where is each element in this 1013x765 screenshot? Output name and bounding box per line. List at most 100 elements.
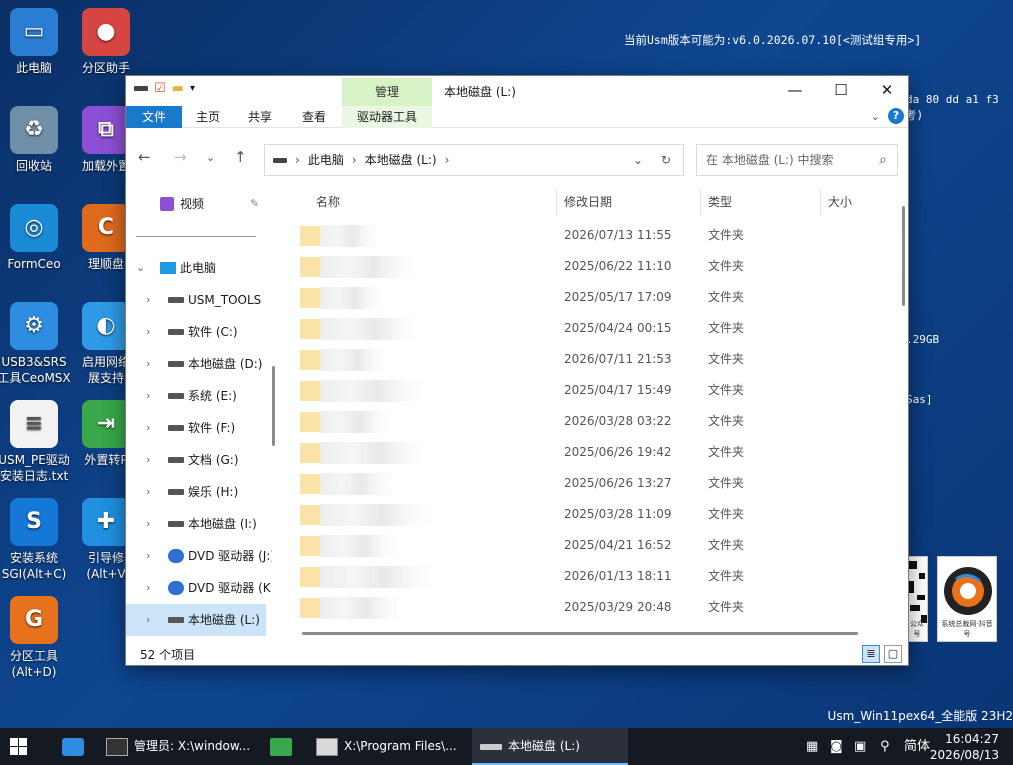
chevron-right-icon[interactable]: › [146, 572, 150, 604]
chevron-right-icon[interactable]: › [146, 476, 150, 508]
title-bar[interactable]: ☑ ▬ ▾ 管理 本地磁盘 (L:) — ☐ ✕ [126, 76, 908, 106]
taskbar-clock[interactable]: 16:04:27 2026/08/13 [930, 731, 999, 763]
tray-color-icon[interactable]: ▦ [806, 728, 818, 765]
nav-item-drive[interactable]: › 软件 (F:) [126, 412, 266, 444]
column-separator[interactable] [700, 188, 701, 216]
desktop-icon[interactable]: ● 分区助手 [66, 8, 146, 76]
context-tab-manage[interactable]: 管理 [342, 78, 432, 106]
column-separator[interactable] [820, 188, 821, 216]
tab-share[interactable]: 共享 [240, 106, 280, 128]
breadcrumb-this-pc[interactable]: 此电脑 [308, 145, 344, 175]
column-header-date[interactable]: 修改日期 [564, 184, 612, 220]
navigation-pane[interactable]: 视频 ✎ ⌄ 此电脑 › USM_TOOLS › 软件 (C:) › 本地磁盘 (D:) ›… [126, 188, 272, 640]
forward-arrow-icon[interactable]: → [174, 148, 187, 166]
minimize-button[interactable]: — [772, 76, 818, 106]
table-row[interactable]: 2025/05/17 17:09 文件夹 [284, 282, 894, 313]
taskbar-pinned-tool[interactable] [62, 728, 90, 765]
close-button[interactable]: ✕ [864, 76, 910, 106]
nav-scroll-thumb[interactable] [272, 366, 275, 446]
desktop-icon[interactable]: G 分区工具 (Alt+D) [0, 596, 74, 680]
chevron-right-icon[interactable]: › [146, 380, 150, 412]
tab-home[interactable]: 主页 [188, 106, 228, 128]
explorer-window[interactable]: ☑ ▬ ▾ 管理 本地磁盘 (L:) — ☐ ✕ 文件 主页 共享 查看 驱动器… [125, 75, 909, 666]
table-row[interactable]: 2025/04/21 16:52 文件夹 [284, 530, 894, 561]
large-icons-view-button[interactable]: ▢ [884, 645, 902, 663]
chevron-right-icon[interactable]: › [146, 444, 150, 476]
chevron-right-icon[interactable]: › [146, 284, 150, 316]
list-horizontal-scroll-thumb[interactable] [302, 632, 858, 635]
table-row[interactable]: 2025/06/26 19:42 文件夹 [284, 437, 894, 468]
nav-item-drive[interactable]: › 本地磁盘 (I:) [126, 508, 266, 540]
properties-icon[interactable]: ☑ [154, 81, 166, 96]
new-folder-icon[interactable]: ▬ [172, 81, 184, 96]
nav-item-drive[interactable]: › 娱乐 (H:) [126, 476, 266, 508]
nav-item-drive[interactable]: › 软件 (C:) [126, 316, 266, 348]
chevron-right-icon[interactable]: › [146, 348, 150, 380]
recent-locations-icon[interactable]: ⌄ [206, 151, 215, 164]
desktop-icon[interactable]: S 安装系统 SGI(Alt+C) [0, 498, 74, 582]
table-row[interactable]: 2025/03/28 11:09 文件夹 [284, 499, 894, 530]
taskbar-item-cmd[interactable]: 管理员: X:\window... [106, 728, 256, 765]
chevron-right-icon[interactable]: › [146, 604, 150, 636]
chevron-right-icon[interactable]: › [445, 145, 450, 175]
desktop-icon[interactable]: ▭ 此电脑 [0, 8, 74, 76]
tray-usb-icon[interactable]: ⚲ [880, 728, 890, 765]
taskbar-item-program-files[interactable]: X:\Program Files\... [316, 728, 466, 765]
chevron-right-icon[interactable]: › [295, 145, 300, 175]
refresh-icon[interactable]: ↻ [661, 145, 671, 175]
table-row[interactable]: 2025/06/22 11:10 文件夹 [284, 251, 894, 282]
nav-item-drive[interactable]: › USM_TOOLS [126, 284, 266, 316]
desktop-icon[interactable]: ≡ USM_PE驱动 安装日志.txt [0, 400, 74, 484]
table-row[interactable]: 2025/06/26 13:27 文件夹 [284, 468, 894, 499]
nav-item-drive[interactable]: › 文档 (G:) [126, 444, 266, 476]
search-input[interactable]: 在 本地磁盘 (L:) 中搜索 ⌕ [696, 144, 898, 176]
search-icon[interactable]: ⌕ [879, 145, 887, 175]
table-row[interactable]: 2025/03/29 20:48 文件夹 [284, 592, 894, 623]
expand-ribbon-icon[interactable]: ⌄ [871, 110, 880, 123]
table-row[interactable]: 2025/04/17 15:49 文件夹 [284, 375, 894, 406]
nav-item-drive[interactable]: › DVD 驱动器 (K:) [126, 572, 272, 604]
pin-icon[interactable]: ✎ [250, 188, 259, 220]
nav-item-drive[interactable]: › 系统 (E:) [126, 380, 266, 412]
tab-view[interactable]: 查看 [294, 106, 334, 128]
table-row[interactable]: 2026/07/13 11:55 文件夹 [284, 220, 894, 251]
column-header-size[interactable]: 大小 [828, 184, 852, 220]
nav-item-drive[interactable]: › 本地磁盘 (L:) [126, 604, 266, 636]
table-row[interactable]: 2026/07/11 21:53 文件夹 [284, 344, 894, 375]
nav-item-this-pc[interactable]: ⌄ 此电脑 [126, 252, 266, 284]
chevron-down-icon[interactable]: ⌄ [136, 252, 145, 284]
chevron-right-icon[interactable]: › [146, 316, 150, 348]
nav-item-drive[interactable]: › 本地磁盘 (D:) [126, 348, 266, 380]
nav-scrollbar[interactable] [272, 188, 276, 640]
back-arrow-icon[interactable]: ← [138, 148, 151, 166]
desktop-icon[interactable]: ♻ 回收站 [0, 106, 74, 174]
table-row[interactable]: 2025/04/24 00:15 文件夹 [284, 313, 894, 344]
desktop-icon[interactable]: ◎ FormCeo [0, 204, 74, 272]
chevron-right-icon[interactable]: › [352, 145, 357, 175]
up-arrow-icon[interactable]: ↑ [234, 148, 247, 166]
nav-item-videos[interactable]: 视频 ✎ [126, 188, 266, 220]
help-icon[interactable]: ? [888, 108, 904, 124]
qat-dropdown-icon[interactable]: ▾ [190, 83, 195, 94]
chevron-right-icon[interactable]: › [146, 508, 150, 540]
start-button[interactable] [10, 738, 27, 755]
tray-network-icon[interactable]: ▣ [854, 728, 866, 765]
desktop-icon[interactable]: ⚙ USB3&SRS 工具CeoMSX [0, 302, 74, 386]
chevron-right-icon[interactable]: › [146, 540, 150, 572]
tab-file[interactable]: 文件 [126, 106, 182, 128]
breadcrumb-drive-l[interactable]: 本地磁盘 (L:) [365, 145, 437, 175]
table-row[interactable]: 2026/01/13 18:11 文件夹 [284, 561, 894, 592]
file-list[interactable]: ⌃ 名称 修改日期 类型 大小 2026/07/13 11:55文件夹2025/… [284, 184, 894, 640]
ime-indicator[interactable]: 简体 [904, 728, 930, 765]
column-header-type[interactable]: 类型 [708, 184, 732, 220]
maximize-button[interactable]: ☐ [818, 76, 864, 106]
address-bar[interactable]: › 此电脑 › 本地磁盘 (L:) › ⌄ ↻ [264, 144, 684, 176]
taskbar-item-explorer[interactable]: 本地磁盘 (L:) [472, 728, 628, 765]
column-header-name[interactable]: 名称 [316, 184, 340, 220]
list-vertical-scroll-thumb[interactable] [902, 206, 905, 306]
address-dropdown-icon[interactable]: ⌄ [633, 145, 643, 175]
nav-item-drive[interactable]: › DVD 驱动器 (J:) [126, 540, 272, 572]
column-separator[interactable] [556, 188, 557, 216]
table-row[interactable]: 2026/03/28 03:22 文件夹 [284, 406, 894, 437]
tray-app-icon[interactable]: ◙ [830, 728, 843, 765]
